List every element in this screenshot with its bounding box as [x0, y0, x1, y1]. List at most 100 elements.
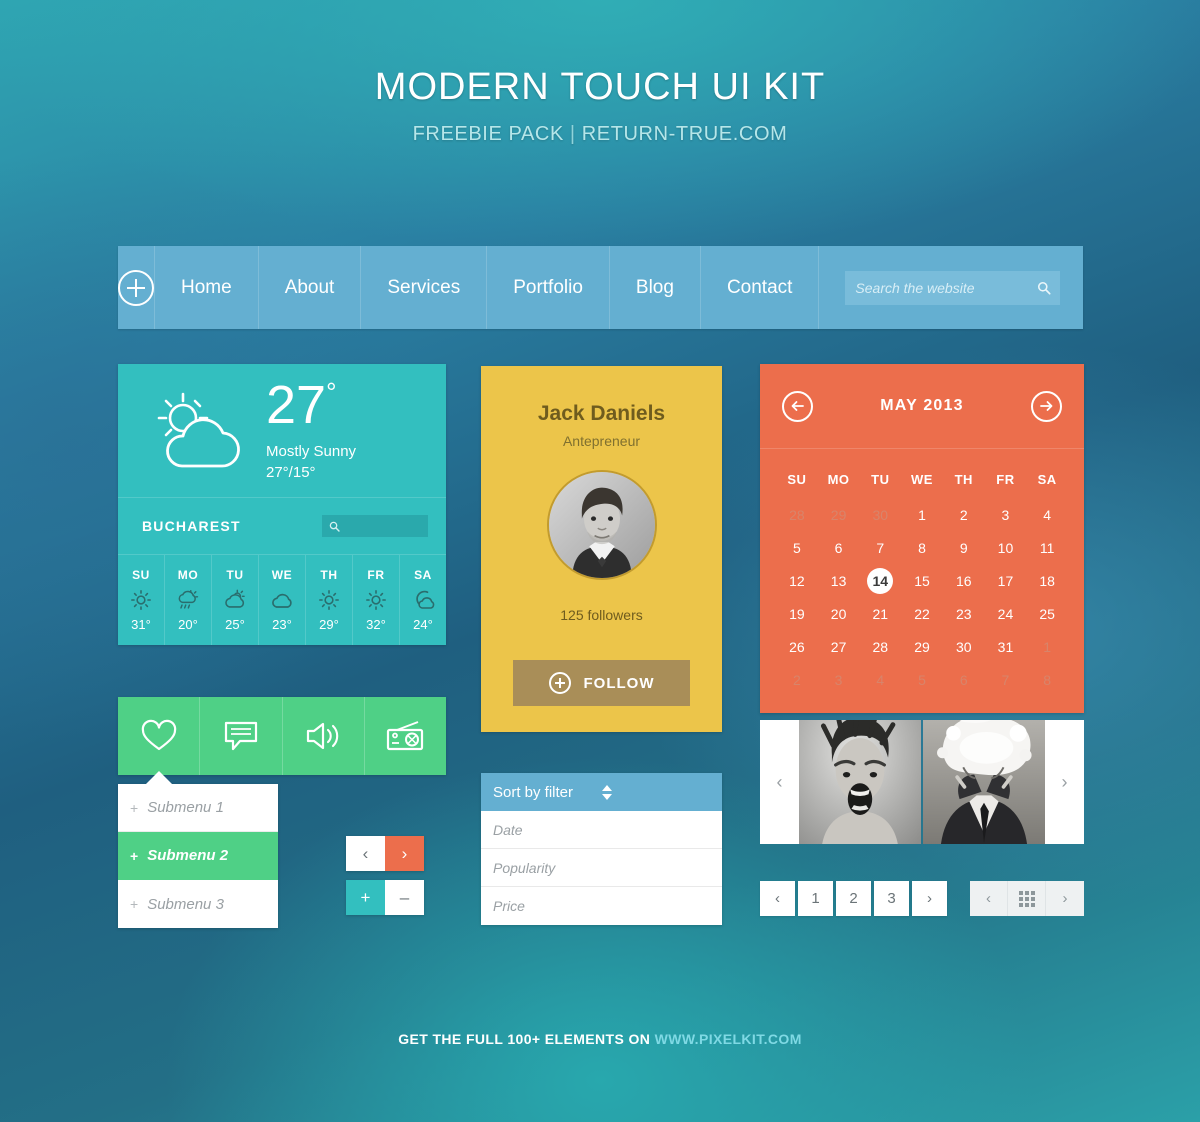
- forecast-day-su[interactable]: SU 31°: [118, 555, 165, 645]
- grid-view-button[interactable]: [1008, 881, 1046, 916]
- avatar: [546, 470, 657, 580]
- calendar-day[interactable]: 21: [859, 601, 901, 627]
- select-option-popularity[interactable]: Popularity: [481, 849, 722, 887]
- pagination-prev[interactable]: ‹: [760, 881, 795, 916]
- nav-item-contact[interactable]: Contact: [701, 246, 820, 329]
- calendar-day[interactable]: 1: [901, 502, 943, 528]
- select-option-date[interactable]: Date: [481, 811, 722, 849]
- pagination-page-3[interactable]: 3: [874, 881, 909, 916]
- calendar-day[interactable]: 8: [1026, 667, 1068, 693]
- search-box[interactable]: [845, 270, 1061, 305]
- forecast-day-tu[interactable]: TU 25°: [212, 555, 259, 645]
- calendar-day[interactable]: 31: [985, 634, 1027, 660]
- calendar-day-selected[interactable]: 14: [859, 568, 901, 594]
- pagination-page-2[interactable]: 2: [836, 881, 871, 916]
- toolbar-item-sound[interactable]: [283, 697, 365, 775]
- next-button[interactable]: ›: [385, 836, 424, 871]
- calendar-day[interactable]: 7: [859, 535, 901, 561]
- calendar-day[interactable]: 17: [985, 568, 1027, 594]
- forecast-day-we[interactable]: WE 23°: [259, 555, 306, 645]
- toolbar-item-favorites[interactable]: [118, 697, 201, 775]
- calendar-day[interactable]: 23: [943, 601, 985, 627]
- calendar-day[interactable]: 24: [985, 601, 1027, 627]
- weekday-mo: MO: [827, 471, 850, 487]
- calendar-day[interactable]: 30: [943, 634, 985, 660]
- search-input[interactable]: [855, 279, 1038, 296]
- view-next-button[interactable]: ›: [1046, 881, 1084, 916]
- select-header[interactable]: Sort by filter: [481, 773, 722, 811]
- calendar-day[interactable]: 26: [776, 634, 818, 660]
- calendar-day[interactable]: 2: [943, 502, 985, 528]
- calendar-day[interactable]: 7: [985, 667, 1027, 693]
- calendar-day[interactable]: 27: [818, 634, 860, 660]
- calendar-day[interactable]: 29: [818, 502, 860, 528]
- calendar-day[interactable]: 30: [859, 502, 901, 528]
- weather-search-box[interactable]: [322, 515, 428, 537]
- toolbar-item-radio[interactable]: [365, 697, 446, 775]
- calendar-day[interactable]: 1: [1026, 634, 1068, 660]
- plus-minus-button-group: + –: [346, 880, 424, 915]
- calendar-day[interactable]: 29: [901, 634, 943, 660]
- toolbar-item-messages[interactable]: [200, 697, 283, 775]
- submenu-item-2[interactable]: + Submenu 2: [118, 832, 278, 880]
- subtitle-right: RETURN-TRUE.COM: [581, 123, 788, 145]
- carousel-slide-2[interactable]: [923, 720, 1045, 844]
- decrement-button[interactable]: –: [385, 880, 424, 915]
- nav-item-portfolio[interactable]: Portfolio: [487, 246, 610, 329]
- calendar-day[interactable]: 5: [776, 535, 818, 561]
- submenu-item-1[interactable]: + Submenu 1: [118, 784, 278, 832]
- calendar-day[interactable]: 6: [818, 535, 860, 561]
- calendar-day[interactable]: 6: [943, 667, 985, 693]
- sun-icon: [365, 589, 387, 611]
- calendar-day[interactable]: 28: [776, 502, 818, 528]
- select-option-price[interactable]: Price: [481, 887, 722, 925]
- calendar-prev-button[interactable]: [782, 390, 813, 422]
- calendar-next-button[interactable]: [1031, 390, 1062, 422]
- calendar-day[interactable]: 8: [901, 535, 943, 561]
- nav-item-about[interactable]: About: [259, 246, 362, 329]
- forecast-day-mo[interactable]: MO 20°: [165, 555, 212, 645]
- calendar-day[interactable]: 11: [1026, 535, 1068, 561]
- prev-button[interactable]: ‹: [346, 836, 385, 871]
- nav-item-home[interactable]: Home: [155, 246, 259, 329]
- forecast-day-th[interactable]: TH 29°: [306, 555, 353, 645]
- nav-item-services[interactable]: Services: [361, 246, 488, 329]
- forecast-day-fr[interactable]: FR 32°: [353, 555, 400, 645]
- calendar-day[interactable]: 25: [1026, 601, 1068, 627]
- calendar-day[interactable]: 5: [901, 667, 943, 693]
- increment-button[interactable]: +: [346, 880, 385, 915]
- view-prev-button[interactable]: ‹: [970, 881, 1008, 916]
- calendar-day[interactable]: 28: [859, 634, 901, 660]
- carousel-prev-button[interactable]: ‹: [760, 720, 799, 844]
- calendar-day[interactable]: 19: [776, 601, 818, 627]
- carousel-slide-1[interactable]: [799, 720, 921, 844]
- carousel-next-button[interactable]: ›: [1045, 720, 1084, 844]
- calendar-day[interactable]: 12: [776, 568, 818, 594]
- calendar-day[interactable]: 3: [985, 502, 1027, 528]
- calendar-day[interactable]: 9: [943, 535, 985, 561]
- calendar-day[interactable]: 4: [859, 667, 901, 693]
- footer-link[interactable]: WWW.PIXELKIT.COM: [655, 1031, 802, 1047]
- page-footer: GET THE FULL 100+ ELEMENTS ON WWW.PIXELK…: [0, 1031, 1200, 1047]
- submenu-pointer: [146, 771, 172, 784]
- calendar-day[interactable]: 16: [943, 568, 985, 594]
- nav-item-blog[interactable]: Blog: [610, 246, 701, 329]
- calendar-day[interactable]: 20: [818, 601, 860, 627]
- calendar-day[interactable]: 10: [985, 535, 1027, 561]
- calendar-day[interactable]: 15: [901, 568, 943, 594]
- calendar-day[interactable]: 13: [818, 568, 860, 594]
- calendar-day[interactable]: 18: [1026, 568, 1068, 594]
- pagination-next[interactable]: ›: [912, 881, 947, 916]
- submenu-item-3[interactable]: + Submenu 3: [118, 880, 278, 928]
- nav-add-button[interactable]: [118, 246, 155, 329]
- calendar-day[interactable]: 2: [776, 667, 818, 693]
- pagination: ‹ 1 2 3 ›: [760, 881, 947, 916]
- select-value: Sort by filter: [493, 783, 574, 801]
- pagination-page-1[interactable]: 1: [798, 881, 833, 916]
- calendar-day[interactable]: 4: [1026, 502, 1068, 528]
- calendar-day[interactable]: 3: [818, 667, 860, 693]
- weather-condition-block: Mostly Sunny 27°/15°: [266, 442, 428, 483]
- forecast-day-sa[interactable]: SA 24°: [400, 555, 446, 645]
- calendar-day[interactable]: 22: [901, 601, 943, 627]
- follow-button[interactable]: FOLLOW: [513, 660, 690, 706]
